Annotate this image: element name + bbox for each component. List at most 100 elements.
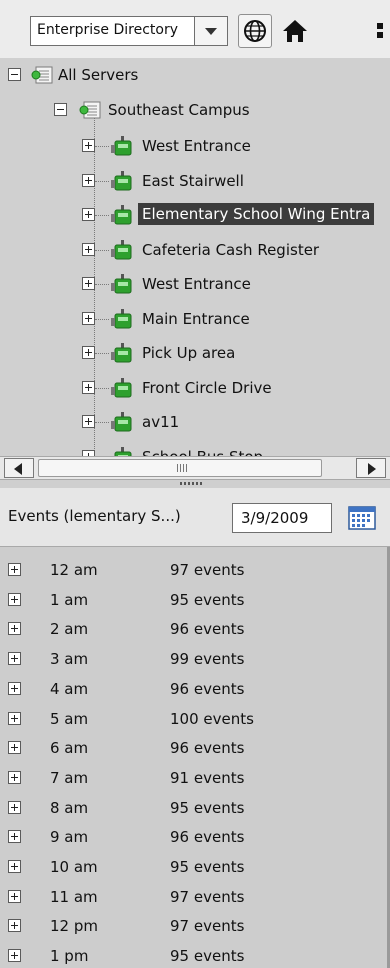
- tree-connector: [95, 353, 109, 354]
- expand-toggle[interactable]: [8, 771, 21, 784]
- expand-toggle[interactable]: [8, 712, 21, 725]
- tree-connector: [95, 181, 109, 182]
- event-time: 11 am: [50, 888, 98, 906]
- grid-view-button[interactable]: [372, 14, 390, 48]
- event-row[interactable]: 9 am 96 events: [0, 824, 390, 853]
- event-time: 6 am: [50, 739, 89, 757]
- tree-label: Cafeteria Cash Register: [142, 241, 320, 259]
- event-count: 96 events: [170, 739, 245, 757]
- event-row[interactable]: 6 am 96 events: [0, 735, 390, 764]
- expand-toggle[interactable]: [8, 563, 21, 576]
- scroll-right-button[interactable]: [356, 458, 386, 478]
- horizontal-scrollbar[interactable]: [0, 456, 390, 480]
- event-count: 97 events: [170, 917, 245, 935]
- expand-toggle[interactable]: [8, 890, 21, 903]
- event-row[interactable]: 1 am 95 events: [0, 587, 390, 616]
- tree-label: East Stairwell: [142, 172, 244, 190]
- expand-toggle[interactable]: [82, 381, 95, 394]
- expand-toggle[interactable]: [8, 652, 21, 665]
- expand-toggle[interactable]: [82, 174, 95, 187]
- event-row[interactable]: 1 pm 95 events: [0, 943, 390, 968]
- tree-item-camera[interactable]: Cafeteria Cash Register: [0, 237, 390, 263]
- event-time: 12 pm: [50, 917, 98, 935]
- event-time: 9 am: [50, 828, 89, 846]
- tree-item-camera[interactable]: West Entrance: [0, 133, 390, 159]
- directory-select[interactable]: Enterprise Directory: [30, 16, 228, 46]
- event-count: 95 events: [170, 799, 245, 817]
- expand-toggle[interactable]: [8, 593, 21, 606]
- home-button[interactable]: [278, 14, 312, 48]
- tree-item-camera[interactable]: Front Circle Drive: [0, 375, 390, 401]
- date-input[interactable]: 3/9/2009: [232, 503, 332, 533]
- event-time: 10 am: [50, 858, 98, 876]
- camera-icon: [111, 412, 132, 432]
- collapse-toggle[interactable]: [8, 68, 21, 81]
- event-row[interactable]: 11 am 97 events: [0, 884, 390, 913]
- tree-label: av11: [142, 413, 180, 431]
- event-row[interactable]: 4 am 96 events: [0, 676, 390, 705]
- expand-toggle[interactable]: [82, 312, 95, 325]
- event-row[interactable]: 8 am 95 events: [0, 795, 390, 824]
- expand-toggle[interactable]: [8, 860, 21, 873]
- tree-label: West Entrance: [142, 275, 251, 293]
- tree-label: School Bus Stop: [142, 448, 263, 456]
- tree-item-camera[interactable]: Main Entrance: [0, 306, 390, 332]
- tree-label: Pick Up area: [142, 344, 236, 362]
- tree-node-all-servers[interactable]: All Servers: [0, 62, 300, 88]
- tree-label: Southeast Campus: [108, 101, 250, 119]
- calendar-button[interactable]: [346, 503, 378, 533]
- tree-item-camera[interactable]: West Entrance: [0, 271, 390, 297]
- event-count: 91 events: [170, 769, 245, 787]
- tree-item-camera[interactable]: School Bus Stop: [0, 444, 390, 456]
- tree-item-camera[interactable]: Pick Up area: [0, 340, 390, 366]
- chevron-down-icon: [205, 28, 217, 35]
- tree-connector: [95, 146, 109, 147]
- event-row[interactable]: 3 am 99 events: [0, 646, 390, 675]
- event-count: 95 events: [170, 947, 245, 965]
- event-row[interactable]: 12 am 97 events: [0, 557, 390, 586]
- panel-splitter[interactable]: [0, 480, 390, 488]
- tree-connector: [95, 388, 109, 389]
- expand-toggle[interactable]: [82, 277, 95, 290]
- expand-toggle[interactable]: [8, 830, 21, 843]
- expand-toggle[interactable]: [82, 346, 95, 359]
- event-row[interactable]: 12 pm 97 events: [0, 913, 390, 942]
- expand-toggle[interactable]: [82, 139, 95, 152]
- server-tree: All Servers Southeast Campus West Entran…: [0, 58, 390, 456]
- expand-toggle[interactable]: [8, 801, 21, 814]
- dropdown-button[interactable]: [194, 17, 227, 45]
- expand-toggle[interactable]: [8, 741, 21, 754]
- event-row[interactable]: 5 am 100 events: [0, 706, 390, 735]
- camera-icon: [111, 205, 132, 225]
- tree-connector: [95, 422, 109, 423]
- tree-label: Elementary School Wing Entra: [138, 203, 375, 225]
- event-count: 96 events: [170, 680, 245, 698]
- event-row[interactable]: 10 am 95 events: [0, 854, 390, 883]
- events-list: 12 am 97 events 1 am 95 events 2 am 96 events…: [0, 547, 390, 968]
- collapse-toggle[interactable]: [54, 103, 67, 116]
- camera-icon: [114, 447, 132, 456]
- globe-button[interactable]: [238, 14, 272, 48]
- camera-icon: [111, 309, 132, 329]
- tree-node-southeast-campus[interactable]: Southeast Campus: [0, 97, 340, 123]
- toolbar: Enterprise Directory: [0, 0, 390, 59]
- tree-item-camera[interactable]: East Stairwell: [0, 168, 390, 194]
- expand-toggle[interactable]: [8, 949, 21, 962]
- expand-toggle[interactable]: [82, 208, 95, 221]
- directory-select-value: Enterprise Directory: [37, 22, 178, 38]
- expand-toggle[interactable]: [8, 919, 21, 932]
- date-value: 3/9/2009: [241, 509, 309, 527]
- event-count: 96 events: [170, 828, 245, 846]
- expand-toggle[interactable]: [82, 243, 95, 256]
- event-count: 99 events: [170, 650, 245, 668]
- event-row[interactable]: 2 am 96 events: [0, 616, 390, 645]
- event-row[interactable]: 7 am 91 events: [0, 765, 390, 794]
- expand-toggle[interactable]: [8, 622, 21, 635]
- tree-item-camera[interactable]: Elementary School Wing Entra: [0, 202, 390, 228]
- tree-item-camera[interactable]: av11: [0, 409, 390, 435]
- event-count: 97 events: [170, 561, 245, 579]
- scroll-left-button[interactable]: [4, 458, 34, 478]
- expand-toggle[interactable]: [82, 415, 95, 428]
- scrollbar-thumb[interactable]: [38, 459, 322, 477]
- expand-toggle[interactable]: [8, 682, 21, 695]
